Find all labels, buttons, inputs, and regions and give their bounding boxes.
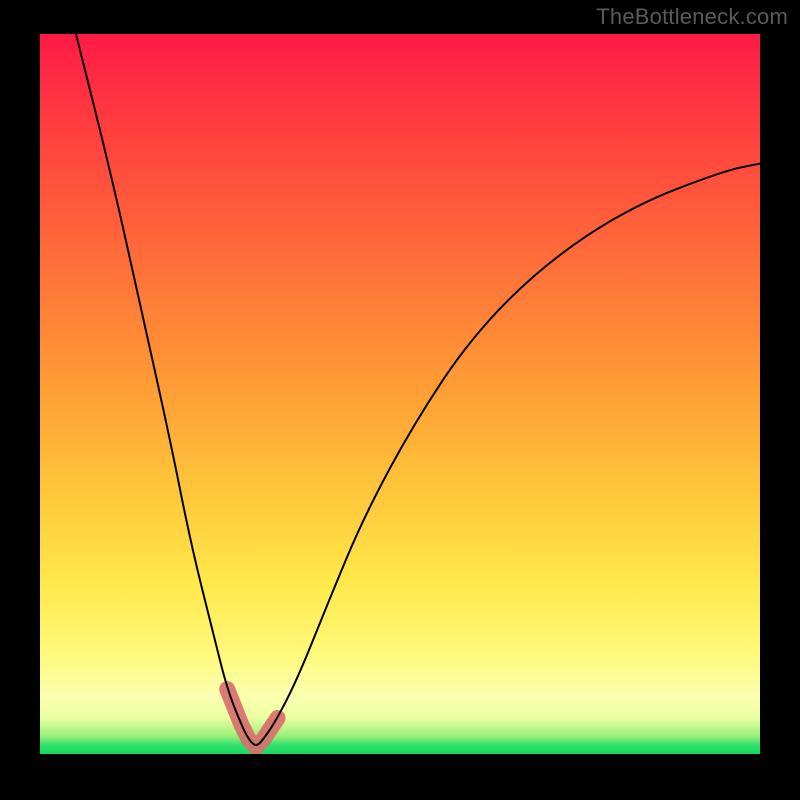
- dip-accent-icon: [227, 689, 277, 747]
- curve-layer: [40, 34, 760, 754]
- bottleneck-curve-line: [76, 34, 760, 745]
- chart-stage: TheBottleneck.com: [0, 0, 800, 800]
- watermark-text: TheBottleneck.com: [596, 4, 788, 30]
- plot-area: [40, 34, 760, 754]
